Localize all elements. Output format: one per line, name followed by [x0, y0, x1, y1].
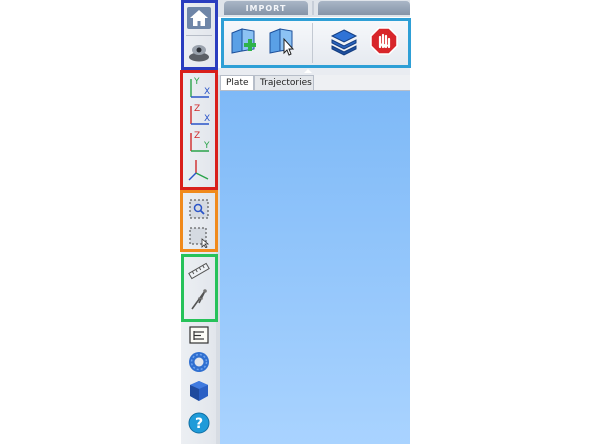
tab-plate[interactable]: Plate: [220, 75, 254, 90]
help-icon: ?: [187, 411, 211, 435]
torus-icon: [186, 349, 212, 375]
highlight-frame-selection-tools: [180, 190, 218, 252]
svg-text:?: ?: [195, 416, 203, 432]
cube-button[interactable]: [185, 378, 213, 404]
highlight-frame-view-tools: [181, 0, 218, 70]
document-tab-strip: Plate Trajectories: [218, 75, 410, 91]
tab-plate-label: Plate: [226, 78, 249, 88]
list-icon: [188, 325, 210, 345]
tab-trajectories-label: Trajectories: [260, 78, 312, 88]
help-button[interactable]: ?: [185, 410, 213, 436]
tab-trajectories[interactable]: Trajectories: [254, 75, 314, 90]
3d-viewport[interactable]: [220, 91, 410, 444]
tab-secondary[interactable]: [318, 1, 410, 15]
tab-import[interactable]: IMPORT: [224, 1, 308, 15]
highlight-frame-ribbon-tools: [221, 18, 411, 68]
tab-import-label: IMPORT: [245, 3, 287, 13]
highlight-frame-axis-tools: [180, 70, 218, 190]
ribbon-collapse-strip: [218, 68, 410, 75]
highlight-frame-measure-tools: [181, 254, 218, 322]
torus-button[interactable]: [185, 349, 213, 375]
ribbon-tab-divider: [312, 1, 314, 15]
list-button[interactable]: [185, 322, 213, 348]
caret-up-icon: [304, 69, 312, 73]
ribbon-tab-strip: IMPORT: [218, 0, 410, 17]
cube-icon: [187, 379, 211, 403]
